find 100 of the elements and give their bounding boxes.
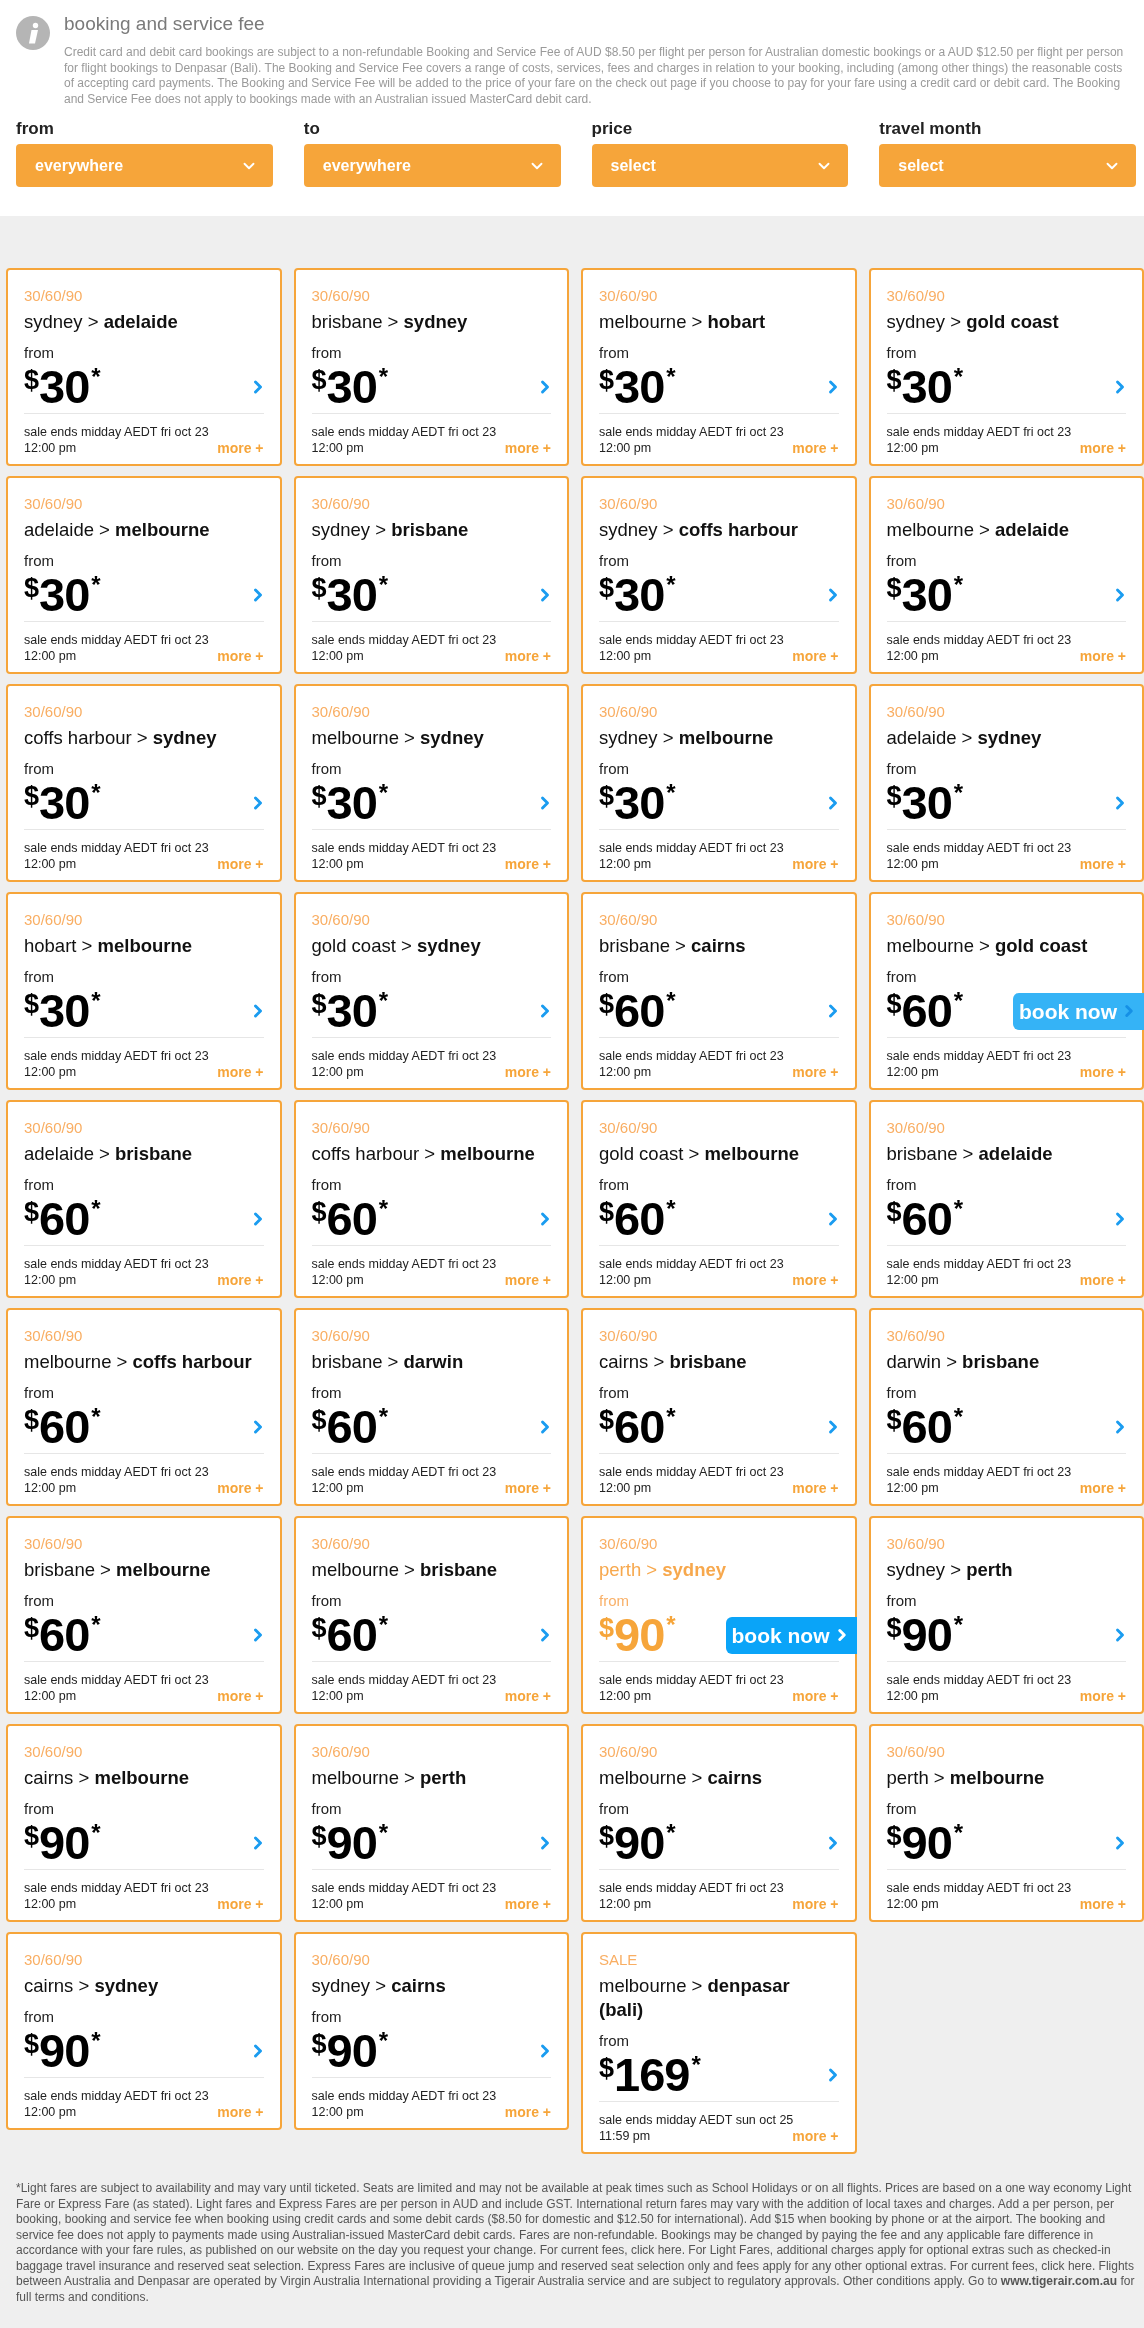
fare-price: $30* <box>311 989 389 1033</box>
sale-end-text: sale ends midday AEDT fri oct 23 <box>311 424 497 440</box>
more-link[interactable]: more + <box>217 648 264 664</box>
route-title: hobart > melbourne <box>24 934 193 958</box>
fare-tag: 30/60/90 <box>599 1326 658 1346</box>
fare-tag: 30/60/90 <box>24 494 83 514</box>
more-link[interactable]: more + <box>1079 1896 1126 1912</box>
sale-end-time: 12:00 pm <box>311 1688 364 1704</box>
more-link[interactable]: more + <box>217 2104 264 2120</box>
fare-price: $90* <box>886 1613 964 1657</box>
more-link[interactable]: more + <box>792 1480 839 1496</box>
sale-end-time: 12:00 pm <box>599 1480 652 1496</box>
info-text: Credit card and debit card bookings are subject to a non-refundable Booking and Service Fee of AUD $8.50 per flight per person for Australian domestic bookings or a AUD $12.50 per flight per person for flight bookings to Denpasar (Bali). The Booking and Service Fee covers a range of costs, services, fees and charges in relation to your booking, including (among other things) the reasonable costs of accepting card payments. The Booking and Service Fee will be added to the price of your fare on the check out page if you choose to pay for your fare using a credit card or debit card. The Booking and Service Fee does not apply to bookings made with an Australian issued MasterCard debit card. <box>64 45 1125 107</box>
more-link[interactable]: more + <box>217 1896 264 1912</box>
sale-end-time: 12:00 pm <box>886 440 939 456</box>
fare-tag: 30/60/90 <box>24 1742 83 1762</box>
filter-dropdown[interactable]: select <box>591 144 849 187</box>
filter-dropdown[interactable]: everywhere <box>303 144 561 187</box>
fare-price: $60* <box>311 1613 389 1657</box>
book-now-button[interactable]: book now <box>725 1616 857 1654</box>
more-link[interactable]: more + <box>1079 440 1126 456</box>
sale-end-text: sale ends midday AEDT fri oct 23 <box>311 2088 497 2104</box>
route-title: perth > melbourne <box>886 1766 1045 1790</box>
sale-end-time: 12:00 pm <box>24 856 77 872</box>
fare-price: $30* <box>599 573 676 617</box>
sale-end-text: sale ends midday AEDT fri oct 23 <box>599 632 784 648</box>
from-label: from <box>599 343 629 363</box>
more-link[interactable]: more + <box>1079 1688 1126 1704</box>
sale-end-time: 12:00 pm <box>24 1896 77 1912</box>
more-link[interactable]: more + <box>217 1064 264 1080</box>
more-link[interactable]: more + <box>792 648 839 664</box>
fare-tag: 30/60/90 <box>24 1950 83 1970</box>
more-link[interactable]: more + <box>792 1896 839 1912</box>
more-link[interactable]: more + <box>504 856 551 872</box>
fare-price: $30* <box>886 365 964 409</box>
sale-end-time: 12:00 pm <box>24 1480 77 1496</box>
more-link[interactable]: more + <box>504 1064 551 1080</box>
from-label: from <box>311 1591 342 1611</box>
more-link[interactable]: more + <box>504 1896 551 1912</box>
filter-label: to <box>303 119 320 139</box>
from-label: from <box>599 1175 629 1195</box>
filter-dropdown[interactable]: everywhere <box>16 144 273 187</box>
more-link[interactable]: more + <box>504 1688 551 1704</box>
fare-tag: 30/60/90 <box>311 1118 370 1138</box>
more-link[interactable]: more + <box>792 856 839 872</box>
fare-price: $30* <box>24 573 101 617</box>
sale-end-text: sale ends midday AEDT fri oct 23 <box>599 424 784 440</box>
route-title: sydney > gold coast <box>886 310 1059 334</box>
more-link[interactable]: more + <box>1079 1064 1126 1080</box>
sale-end-time: 12:00 pm <box>599 1896 652 1912</box>
more-link[interactable]: more + <box>1079 1272 1126 1288</box>
more-link[interactable]: more + <box>504 1480 551 1496</box>
more-link[interactable]: more + <box>504 440 551 456</box>
route-title: coffs harbour > sydney <box>24 726 217 750</box>
more-link[interactable]: more + <box>792 2128 839 2144</box>
from-label: from <box>599 1591 629 1611</box>
sale-end-time: 12:00 pm <box>886 1064 939 1080</box>
sale-end-time: 12:00 pm <box>599 440 652 456</box>
fare-tag: 30/60/90 <box>599 910 658 930</box>
route-title: melbourne > gold coast <box>886 934 1088 958</box>
filter-dropdown[interactable]: select <box>879 144 1136 187</box>
more-link[interactable]: more + <box>217 1272 264 1288</box>
more-link[interactable]: more + <box>1079 648 1126 664</box>
book-now-button[interactable]: book now <box>1013 992 1144 1030</box>
more-link[interactable]: more + <box>1079 1480 1126 1496</box>
more-link[interactable]: more + <box>217 1480 264 1496</box>
route-title: adelaide > brisbane <box>24 1142 193 1166</box>
sale-end-text: sale ends midday AEDT fri oct 23 <box>24 424 209 440</box>
more-link[interactable]: more + <box>792 1272 839 1288</box>
sale-end-text: sale ends midday AEDT fri oct 23 <box>886 632 1072 648</box>
more-link[interactable]: more + <box>217 440 264 456</box>
more-link[interactable]: more + <box>504 1272 551 1288</box>
more-link[interactable]: more + <box>504 2104 551 2120</box>
more-link[interactable]: more + <box>1079 856 1126 872</box>
fare-tag: 30/60/90 <box>311 1950 370 1970</box>
route-title: melbourne > cairns <box>599 1766 762 1790</box>
fare-price: $30* <box>24 781 101 825</box>
more-link[interactable]: more + <box>792 440 839 456</box>
sale-end-text: sale ends midday AEDT fri oct 23 <box>24 2088 209 2104</box>
filter-label: price <box>591 119 633 139</box>
more-link[interactable]: more + <box>792 1688 839 1704</box>
fare-price: $60* <box>24 1405 101 1449</box>
sale-end-time: 12:00 pm <box>886 856 939 872</box>
fare-price: $30* <box>311 573 389 617</box>
more-link[interactable]: more + <box>217 856 264 872</box>
fare-tag: 30/60/90 <box>311 1534 370 1554</box>
from-label: from <box>599 967 629 987</box>
sale-end-text: sale ends midday AEDT fri oct 23 <box>24 1464 209 1480</box>
sale-end-text: sale ends midday AEDT fri oct 23 <box>886 840 1072 856</box>
fare-tag: 30/60/90 <box>24 702 83 722</box>
from-label: from <box>599 1799 629 1819</box>
sale-end-time: 12:00 pm <box>886 1688 939 1704</box>
route-title: coffs harbour > melbourne <box>311 1142 535 1166</box>
sale-end-time: 12:00 pm <box>24 1688 77 1704</box>
fare-tag: 30/60/90 <box>24 286 83 306</box>
more-link[interactable]: more + <box>217 1688 264 1704</box>
more-link[interactable]: more + <box>504 648 551 664</box>
fare-tag: 30/60/90 <box>599 286 658 306</box>
fare-price: $30* <box>24 989 101 1033</box>
more-link[interactable]: more + <box>792 1064 839 1080</box>
